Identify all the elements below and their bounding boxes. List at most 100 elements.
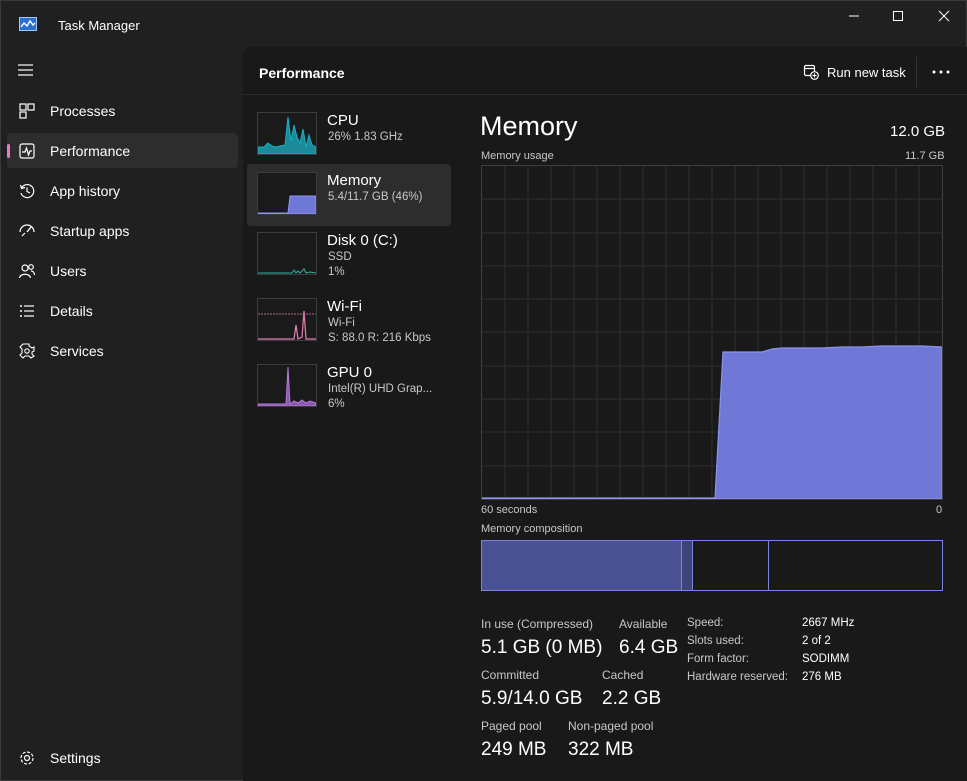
sidebar-item-label: Processes [50, 103, 116, 119]
minimize-button[interactable] [831, 1, 877, 31]
committed-value: 5.9/14.0 GB [481, 688, 583, 709]
run-task-icon [803, 64, 819, 80]
close-button[interactable] [921, 1, 967, 31]
memory-usage-graph [481, 165, 943, 500]
gear-icon [18, 749, 36, 767]
close-icon [938, 10, 950, 22]
device-name: Disk 0 (C:) [327, 232, 398, 249]
gpu-thumbnail-graph [257, 364, 317, 407]
composition-standby-segment [693, 541, 769, 590]
memory-usage-label: Memory usage [481, 150, 554, 162]
header-divider [916, 57, 917, 87]
device-item-gpu[interactable]: GPU 0 Intel(R) UHD Grap... 6% [247, 356, 451, 418]
sidebar-item-users[interactable]: Users [7, 253, 238, 288]
task-manager-window: Task Manager Processes Performance App h… [0, 0, 967, 781]
device-detail: SSD [328, 251, 352, 263]
cached-value: 2.2 GB [602, 688, 662, 709]
form-factor-key: Form factor: [687, 653, 749, 665]
device-detail: S: 88.0 R: 216 Kbps [328, 332, 431, 344]
paged-pool-label: Paged pool [481, 719, 542, 733]
more-options-button[interactable] [928, 61, 954, 83]
form-factor-value: SODIMM [802, 653, 850, 665]
slots-used-key: Slots used: [687, 635, 744, 647]
speed-key: Speed: [687, 617, 724, 629]
speed-value: 2667 MHz [802, 617, 855, 629]
task-manager-app-icon [19, 17, 37, 31]
device-name: Wi-Fi [327, 298, 362, 315]
wifi-thumbnail-graph [257, 298, 317, 341]
sidebar-item-label: Users [50, 263, 87, 279]
users-icon [18, 262, 36, 280]
device-item-memory[interactable]: Memory 5.4/11.7 GB (46%) [247, 164, 451, 226]
in-use-label: In use (Compressed) [481, 617, 594, 631]
memory-composition-bar [481, 540, 943, 591]
total-memory: 12.0 GB [890, 123, 946, 140]
non-paged-pool-label: Non-paged pool [568, 719, 654, 733]
available-label: Available [619, 617, 668, 631]
device-name: CPU [327, 112, 359, 129]
sidebar-item-settings[interactable]: Settings [7, 740, 238, 775]
device-item-cpu[interactable]: CPU 26% 1.83 GHz [247, 104, 451, 166]
non-paged-pool-value: 322 MB [568, 739, 634, 760]
in-use-value: 5.1 GB (0 MB) [481, 637, 603, 658]
device-detail: 1% [328, 266, 345, 278]
maximize-icon [893, 11, 903, 21]
minimize-icon [849, 15, 859, 17]
memory-thumbnail-graph [257, 172, 317, 215]
sidebar-item-app-history[interactable]: App history [7, 173, 238, 208]
sidebar: Processes Performance App history Startu… [1, 47, 243, 781]
sidebar-item-startup-apps[interactable]: Startup apps [7, 213, 238, 248]
more-dots-icon [932, 70, 950, 74]
details-icon [18, 302, 36, 320]
composition-modified-segment [682, 541, 693, 590]
run-new-task-button[interactable]: Run new task [803, 61, 906, 83]
sidebar-item-label: Settings [50, 750, 101, 766]
app-title: Task Manager [58, 18, 140, 33]
available-value: 6.4 GB [619, 637, 679, 658]
sidebar-item-label: Services [50, 343, 104, 359]
main-panel: Performance Run new task CPU 26% 1.83 GH… [243, 47, 967, 781]
sidebar-item-processes[interactable]: Processes [7, 93, 238, 128]
device-item-disk[interactable]: Disk 0 (C:) SSD 1% [247, 224, 451, 286]
graph-axis-left-label: 60 seconds [481, 504, 538, 516]
committed-label: Committed [481, 668, 540, 682]
processes-icon [18, 102, 36, 120]
device-detail: 26% 1.83 GHz [328, 131, 403, 143]
device-detail: 6% [328, 398, 345, 410]
run-new-task-label: Run new task [827, 64, 906, 80]
device-detail: Intel(R) UHD Grap... [328, 383, 433, 395]
cached-label: Cached [602, 668, 644, 682]
memory-usage-max: 11.7 GB [905, 150, 945, 162]
cpu-thumbnail-graph [257, 112, 317, 155]
paged-pool-value: 249 MB [481, 739, 547, 760]
device-item-wifi[interactable]: Wi-Fi Wi-Fi S: 88.0 R: 216 Kbps [247, 290, 451, 352]
hardware-reserved-value: 276 MB [802, 671, 842, 683]
sidebar-item-label: App history [50, 183, 121, 199]
maximize-button[interactable] [875, 1, 921, 31]
title-bar: Task Manager [1, 1, 966, 47]
memory-composition-label: Memory composition [481, 523, 583, 535]
startup-icon [18, 222, 36, 240]
sidebar-item-label: Details [50, 303, 93, 319]
device-name: GPU 0 [327, 364, 373, 381]
disk-thumbnail-graph [257, 232, 317, 275]
graph-axis-right-label: 0 [936, 504, 943, 516]
device-detail: Wi-Fi [328, 317, 355, 329]
history-icon [18, 182, 36, 200]
device-name: Memory [327, 172, 382, 189]
hamburger-icon [18, 64, 33, 76]
sidebar-item-details[interactable]: Details [7, 293, 238, 328]
composition-in-use-segment [482, 541, 682, 590]
sidebar-item-services[interactable]: Services [7, 333, 238, 368]
services-icon [18, 342, 36, 360]
active-indicator [7, 144, 10, 158]
sidebar-item-performance[interactable]: Performance [7, 133, 238, 168]
sidebar-item-label: Startup apps [50, 223, 130, 239]
hardware-reserved-key: Hardware reserved: [687, 671, 788, 683]
page-title: Performance [259, 65, 345, 81]
detail-title: Memory [480, 111, 578, 141]
page-header: Performance Run new task [243, 47, 967, 95]
hamburger-menu-button[interactable] [17, 63, 35, 77]
slots-used-value: 2 of 2 [802, 635, 831, 647]
device-detail: 5.4/11.7 GB (46%) [328, 191, 423, 203]
